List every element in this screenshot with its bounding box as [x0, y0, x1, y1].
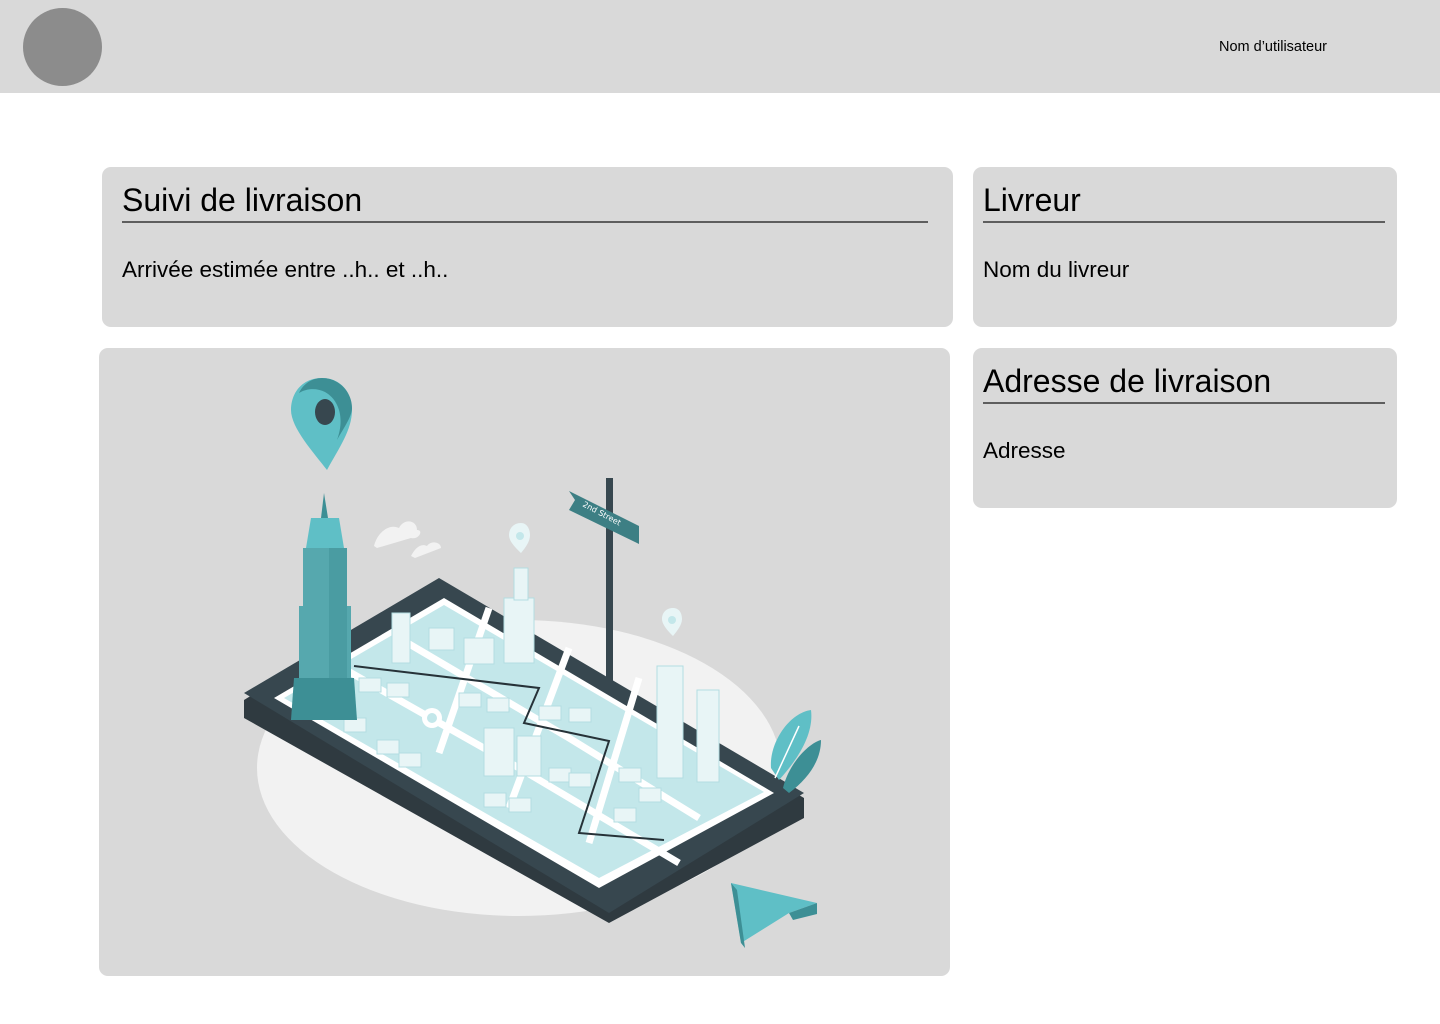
- delivery-map-panel[interactable]: 2nd Street: [99, 348, 950, 976]
- skyscraper: [291, 493, 357, 720]
- delivery-address-title: Adresse de livraison: [983, 363, 1272, 399]
- divider: [122, 221, 928, 223]
- courier-name: Nom du livreur: [983, 257, 1130, 282]
- user-avatar[interactable]: [23, 8, 102, 86]
- delivery-tracking-card: Suivi de livraison Arrivée estimée entre…: [102, 167, 953, 327]
- courier-card: Livreur Nom du livreur: [973, 167, 1397, 327]
- divider: [983, 402, 1385, 404]
- clouds: [374, 521, 441, 558]
- top-bar: Nom d’utilisateur: [0, 0, 1440, 93]
- location-pin-icon: [291, 378, 352, 470]
- city-map-illustration: 2nd Street: [244, 378, 821, 948]
- delivery-tracking-title: Suivi de livraison: [122, 182, 363, 218]
- divider: [983, 221, 1385, 223]
- delivery-address-value: Adresse: [983, 438, 1066, 463]
- username-label[interactable]: Nom d’utilisateur: [1219, 38, 1327, 56]
- small-location-pin-icon: [509, 523, 682, 636]
- delivery-address-card: Adresse de livraison Adresse: [973, 348, 1397, 508]
- courier-title: Livreur: [983, 182, 1081, 218]
- cursor-arrow-icon: [731, 883, 817, 948]
- estimated-arrival-text: Arrivée estimée entre ..h.. et ..h..: [122, 257, 449, 282]
